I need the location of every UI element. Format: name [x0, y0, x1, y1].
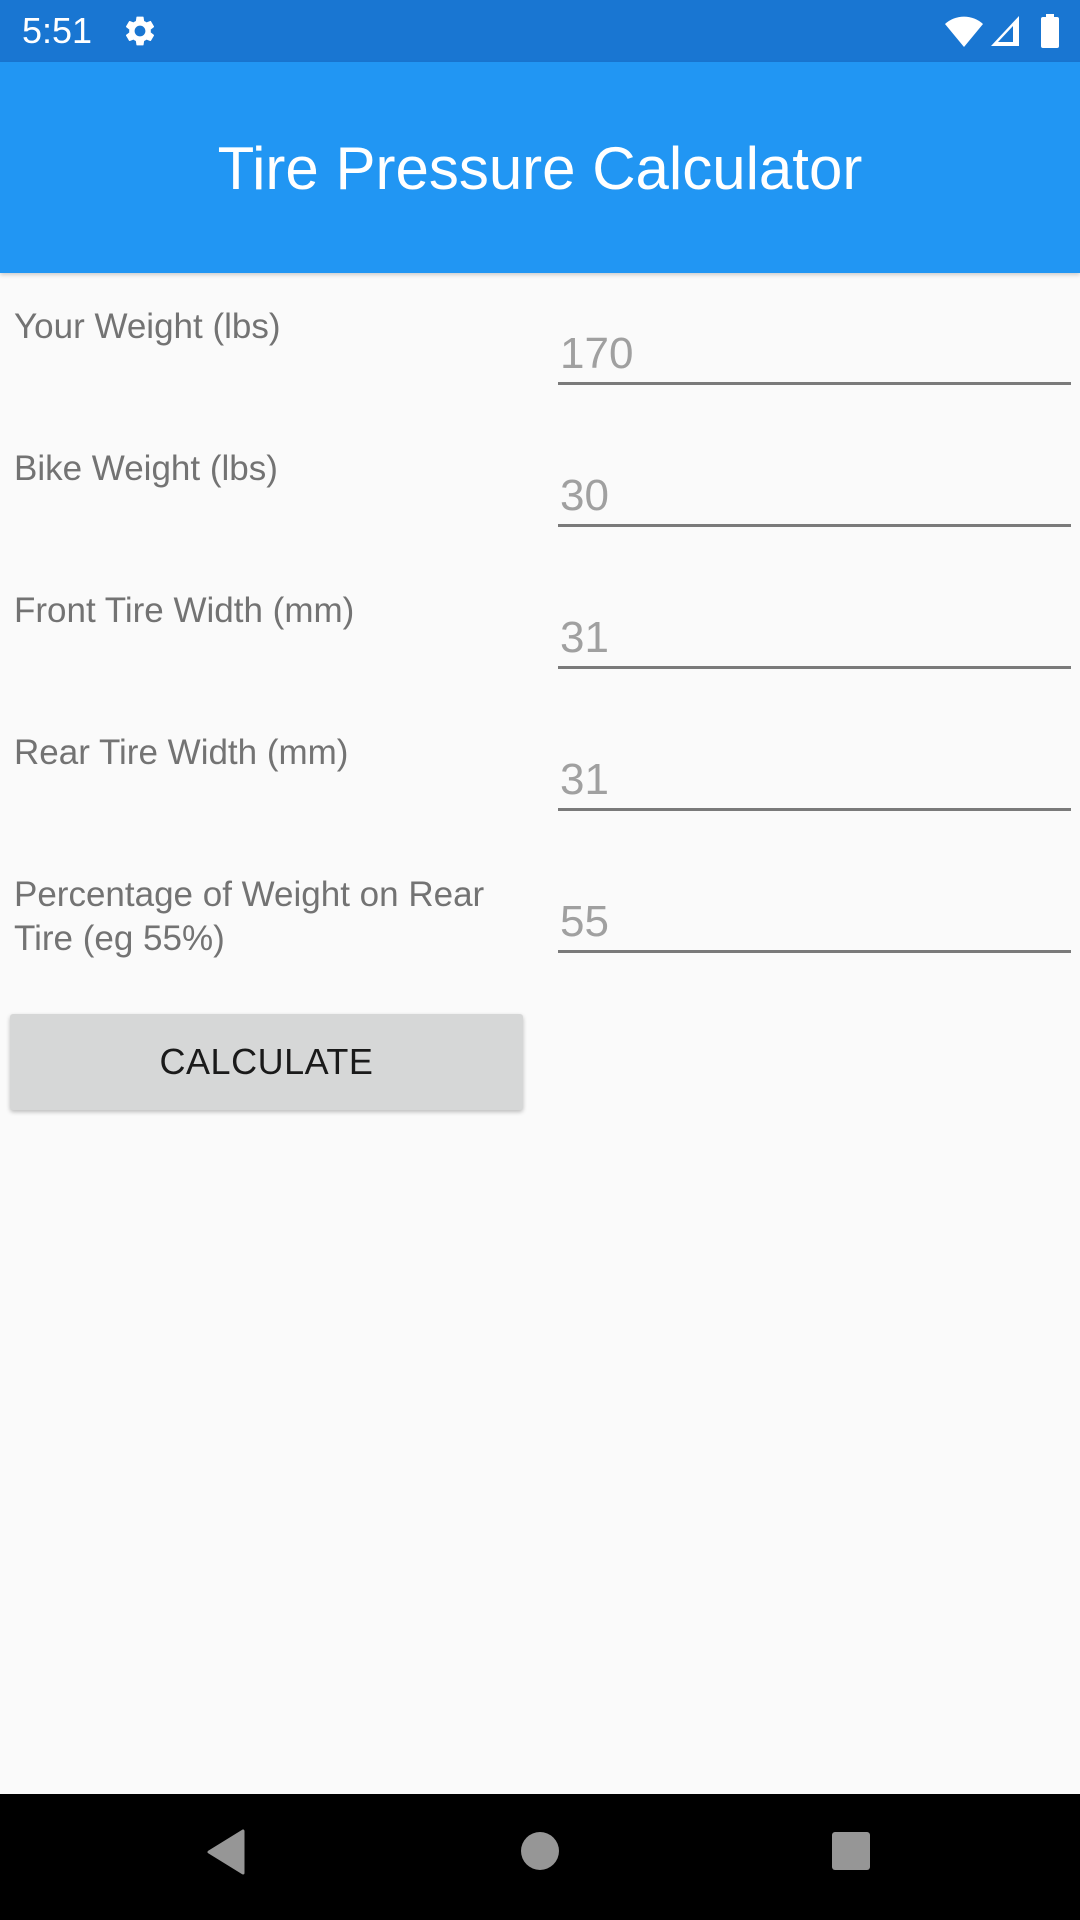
calculate-button[interactable]: CALCULATE [10, 1014, 523, 1110]
back-icon[interactable] [206, 1829, 246, 1875]
your-weight-label: Your Weight (lbs) [14, 307, 281, 346]
home-icon[interactable] [520, 1831, 560, 1871]
navigation-bar [0, 1794, 1080, 1920]
your-weight-input[interactable] [558, 325, 1071, 385]
rear-tire-width-input[interactable] [558, 751, 1071, 811]
status-bar: 5:51 [0, 0, 1080, 62]
wifi-icon [945, 16, 983, 47]
front-tire-width-input[interactable] [558, 609, 1071, 669]
bike-weight-input[interactable] [558, 467, 1071, 527]
rear-tire-width-label: Rear Tire Width (mm) [14, 733, 349, 772]
status-time: 5:51 [22, 10, 93, 51]
rear-weight-percentage-input[interactable] [558, 893, 1071, 953]
front-tire-width-label: Front Tire Width (mm) [14, 591, 355, 630]
app-bar: Tire Pressure Calculator [0, 62, 1080, 273]
recents-icon[interactable] [831, 1831, 871, 1871]
gear-icon [125, 16, 155, 46]
rear-weight-percentage-label: Percentage of Weight on Rear Tire (eg 55… [14, 875, 485, 958]
page-title: Tire Pressure Calculator [217, 135, 863, 202]
signal-icon [991, 16, 1019, 46]
battery-icon [1041, 14, 1059, 48]
bike-weight-label: Bike Weight (lbs) [14, 449, 278, 488]
